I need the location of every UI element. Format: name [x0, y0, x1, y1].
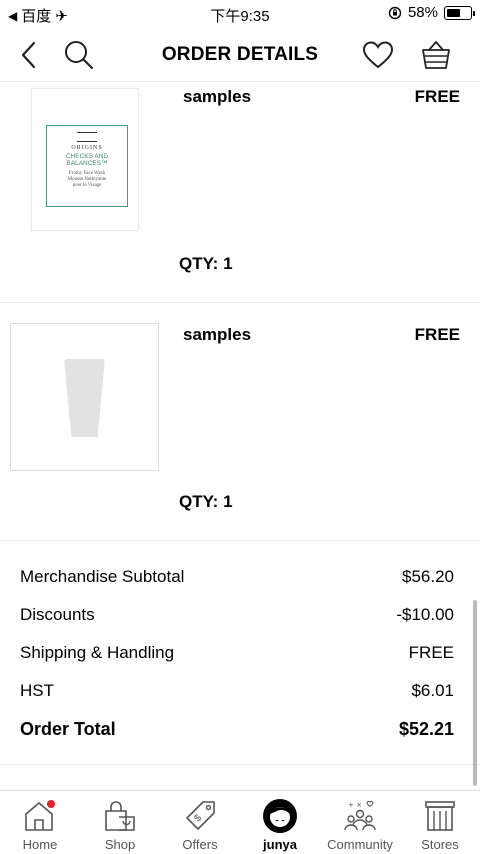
svg-text:$: $ [192, 812, 204, 824]
tab-shop[interactable]: Shop [80, 791, 160, 854]
basket-icon [422, 40, 450, 69]
summary-label: Merchandise Subtotal [20, 567, 185, 586]
battery-percent: 58% [407, 4, 438, 21]
tab-icon-wrap [400, 799, 480, 833]
summary-label: HST [20, 681, 54, 700]
summary-value: $56.20 [402, 567, 454, 586]
navigation-bar: ORDER DETAILS [0, 28, 480, 82]
tab-label: Home [22, 837, 58, 852]
tab-profile[interactable]: junya [240, 791, 320, 854]
summary-row-shipping: Shipping & Handling FREE [20, 643, 454, 667]
notification-badge [47, 800, 55, 808]
tab-icon-wrap [0, 799, 80, 833]
tab-label: Offers [182, 837, 218, 852]
scrollbar[interactable] [473, 600, 477, 786]
tab-icon-wrap [240, 799, 320, 833]
summary-label: Discounts [20, 605, 95, 624]
packet-label: ORIGINS CHECKS AND BALANCES™ Frothy Face… [46, 125, 128, 207]
packet-description: Frothy Face Wash Mousse Nettoyante pour … [68, 171, 107, 189]
heart-icon [362, 41, 394, 69]
summary-row-tax: HST $6.01 [20, 681, 454, 705]
profile-avatar-icon [263, 799, 297, 833]
tab-community[interactable]: + × Community [320, 791, 400, 854]
wishlist-button[interactable] [361, 38, 395, 72]
tab-label: Shop [104, 837, 136, 852]
order-summary: Merchandise Subtotal $56.20 Discounts -$… [0, 543, 480, 765]
battery-level-fill [447, 8, 460, 17]
item-quantity: QTY: 1 [179, 492, 233, 511]
battery-icon [444, 5, 475, 20]
tab-icon-wrap: $ [160, 799, 240, 833]
packet-product-name: CHECKS AND BALANCES™ [65, 153, 109, 167]
shopping-bag-icon [105, 801, 135, 831]
packet-brand: ORIGINS [71, 145, 103, 151]
tag-icon: $ [186, 801, 215, 830]
community-icon: + × [344, 800, 376, 831]
tab-icon-wrap [80, 799, 160, 833]
rotation-lock-icon [388, 6, 402, 19]
tab-label: junya [263, 837, 297, 852]
summary-row-order-total: Order Total $52.21 [20, 719, 454, 743]
bottom-tab-bar: Home Shop $ Offers junya + × Community S… [0, 790, 480, 854]
item-price: FREE [414, 325, 460, 344]
item-name[interactable]: samples [183, 325, 251, 345]
store-icon [425, 801, 455, 831]
summary-value: $52.21 [398, 719, 454, 739]
svg-text:+ ×: + × [348, 801, 362, 809]
summary-label: Shipping & Handling [20, 643, 175, 662]
packet-desc-line: pour le Visage [72, 183, 102, 188]
tab-stores[interactable]: Stores [400, 791, 480, 854]
summary-row-discounts: Discounts -$10.00 [20, 605, 454, 629]
item-quantity: QTY: 1 [179, 254, 233, 273]
page-title: ORDER DETAILS [161, 44, 319, 65]
summary-row-subtotal: Merchandise Subtotal $56.20 [20, 567, 454, 591]
basket-button[interactable] [419, 38, 453, 72]
item-price: FREE [414, 87, 460, 106]
order-item: samples FREE QTY: 1 [0, 303, 480, 541]
summary-value: FREE [408, 643, 454, 662]
tab-offers[interactable]: $ Offers [160, 791, 240, 854]
item-name[interactable]: samples [183, 87, 251, 107]
tab-icon-wrap: + × [320, 799, 400, 833]
tab-label: Community [327, 837, 393, 852]
tab-label: Stores [421, 837, 459, 852]
origins-logo-mark [77, 132, 97, 142]
status-bar: ◀ 百度 ✈ 下午9:35 58% [0, 0, 480, 28]
tab-home[interactable]: Home [0, 791, 80, 854]
summary-value: -$10.00 [396, 605, 454, 624]
product-image-placeholder[interactable] [10, 323, 159, 471]
tube-placeholder-icon [64, 359, 105, 437]
status-right: 58% [388, 4, 475, 21]
summary-value: $6.01 [411, 681, 454, 700]
summary-label: Order Total [20, 719, 116, 739]
home-icon [25, 800, 55, 831]
order-item: ORIGINS CHECKS AND BALANCES™ Frothy Face… [0, 82, 480, 303]
product-image-origins-packet[interactable]: ORIGINS CHECKS AND BALANCES™ Frothy Face… [31, 88, 139, 231]
